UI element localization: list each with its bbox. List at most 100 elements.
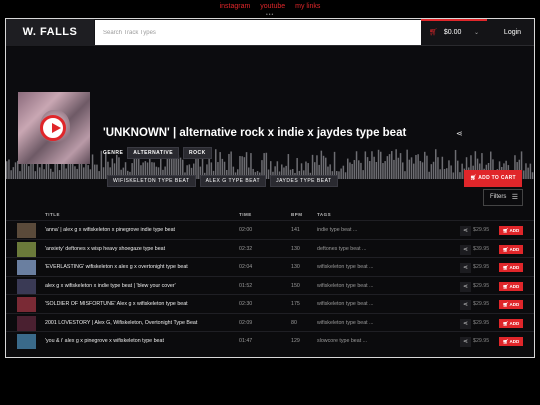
waveform-bar <box>58 170 61 179</box>
waveform-bar <box>43 169 45 179</box>
track-thumbnail[interactable] <box>17 315 36 331</box>
track-tags[interactable]: wifiskeleton type beat ... <box>317 283 374 289</box>
waveform-bar <box>375 161 378 179</box>
youtube-link[interactable]: youtube <box>260 3 285 10</box>
waveform-bar <box>454 149 457 179</box>
tag[interactable]: JAYDES TYPE BEAT <box>270 175 338 187</box>
track-list: 'anna' | alex g x wifiskeleton x pinegro… <box>6 220 534 350</box>
add-to-cart-button[interactable]: 🛒︎ ADD TO CART <box>464 170 522 187</box>
add-button[interactable]: 🛒︎ ADD <box>499 300 523 309</box>
add-button[interactable]: 🛒︎ ADD <box>499 281 523 291</box>
waveform-bar <box>435 149 437 179</box>
waveform-bar <box>342 165 345 179</box>
filters-button[interactable]: Filters ☰ <box>483 189 523 206</box>
share-icon[interactable]: ⋖ <box>460 226 471 236</box>
my-links-link[interactable]: my links <box>295 3 320 10</box>
share-icon[interactable]: ⋖ <box>456 129 463 138</box>
cart-button[interactable]: 🛒︎ $0.00 ⌄ <box>421 19 487 46</box>
waveform-bar <box>12 167 15 179</box>
genre-tag[interactable]: ROCK <box>183 147 212 159</box>
track-tags[interactable]: wifiskeleton type beat ... <box>317 301 374 307</box>
waveform-bar <box>408 159 411 179</box>
track-title[interactable]: 'SOLDIER OF MISFORTUNE' Alex g x wifiske… <box>45 301 188 307</box>
track-title[interactable]: 'EVERLASTING' wifiskeleton x alex g x ov… <box>45 264 188 270</box>
table-row[interactable]: 'anna' | alex g x wifiskeleton x pinegro… <box>6 220 534 239</box>
waveform-bar <box>531 172 534 179</box>
table-row[interactable]: 'you & i' alex g x pinegrove x wifiskele… <box>6 331 534 350</box>
share-icon[interactable]: ⋖ <box>460 300 471 310</box>
waveform-bar <box>74 166 76 179</box>
track-title[interactable]: 'anna' | alex g x wifiskeleton x pinegro… <box>45 227 175 233</box>
genre-row: GENRE ALTERNATIVE ROCK <box>103 147 212 159</box>
waveform-bar <box>25 163 28 179</box>
track-price: $39.95 <box>473 245 490 252</box>
waveform-bar <box>364 151 367 179</box>
instagram-link[interactable]: instagram <box>220 3 251 10</box>
add-button[interactable]: 🛒︎ ADD <box>499 318 523 328</box>
track-title[interactable]: 2001 LOVESTORY | Alex G, Wifiskeleton, O… <box>45 320 197 326</box>
genre-tag[interactable]: ALTERNATIVE <box>127 147 180 159</box>
waveform-bar <box>89 169 92 179</box>
waveform-bar <box>65 168 67 179</box>
track-title[interactable]: 'you & i' alex g x pinegrove x wifiskele… <box>45 338 164 344</box>
waveform-bar <box>94 164 96 179</box>
track-tags[interactable]: deftones type beat ... <box>317 246 366 252</box>
login-button[interactable]: Login <box>491 19 534 46</box>
waveform-bar <box>100 150 103 179</box>
track-title[interactable]: 'UNKNOWN' | alternative rock x indie x j… <box>103 127 406 139</box>
share-icon[interactable]: ⋖ <box>460 263 471 273</box>
add-button[interactable]: 🛒︎ ADD <box>499 263 523 272</box>
track-thumbnail[interactable] <box>17 278 36 294</box>
waveform-bar <box>353 160 356 179</box>
add-button[interactable]: 🛒︎ ADD <box>499 226 523 235</box>
waveform-bar <box>349 162 351 179</box>
waveform-bar <box>52 171 54 179</box>
track-tags[interactable]: wifiskeleton type beat ... <box>317 264 374 270</box>
track-thumbnail[interactable] <box>17 223 36 238</box>
play-icon[interactable] <box>40 115 66 141</box>
tag[interactable]: WIFISKELETON TYPE BEAT <box>107 175 196 187</box>
track-thumbnail[interactable] <box>17 241 36 257</box>
waveform-bar <box>386 156 389 179</box>
table-row[interactable]: alex g x wifiskeleton x indie type beat … <box>6 275 534 295</box>
tag[interactable]: ALEX G TYPE BEAT <box>199 175 267 187</box>
share-icon[interactable]: ⋖ <box>460 244 471 255</box>
waveform-bar <box>415 154 417 179</box>
col-bpm: BPM <box>291 212 303 217</box>
track-thumbnail[interactable] <box>17 260 36 275</box>
waveform-bar <box>34 171 37 179</box>
waveform-bar <box>404 171 406 179</box>
track-title[interactable]: 'anxiety' deftones x wisp heavy shoegaze… <box>45 246 165 252</box>
track-thumbnail[interactable] <box>17 297 36 312</box>
track-tags[interactable]: wifiskeleton type beat ... <box>317 320 374 326</box>
share-icon[interactable]: ⋖ <box>460 318 471 329</box>
waveform-bar <box>50 168 52 179</box>
add-button[interactable]: 🛒︎ ADD <box>499 337 523 346</box>
search-input[interactable] <box>95 20 421 45</box>
table-row[interactable]: 'anxiety' deftones x wisp heavy shoegaze… <box>6 238 534 258</box>
table-row[interactable]: 2001 LOVESTORY | Alex G, Wifiskeleton, O… <box>6 312 534 332</box>
table-row[interactable]: 'EVERLASTING' wifiskeleton x alex g x ov… <box>6 257 534 276</box>
waveform-bar <box>338 171 340 179</box>
track-tags[interactable]: slowcore type beat ... <box>317 338 367 344</box>
waveform-bar <box>391 151 393 179</box>
share-icon[interactable]: ⋖ <box>460 281 471 292</box>
track-bpm: 150 <box>291 282 300 289</box>
waveform-bar <box>380 151 382 179</box>
track-title[interactable]: alex g x wifiskeleton x indie type beat … <box>45 283 176 289</box>
add-button[interactable]: 🛒︎ ADD <box>499 244 523 254</box>
waveform-bar <box>439 169 441 179</box>
waveform-bar <box>452 172 455 179</box>
track-thumbnail[interactable] <box>17 334 36 349</box>
waveform-bar <box>437 157 439 179</box>
table-row[interactable]: 'SOLDIER OF MISFORTUNE' Alex g x wifiske… <box>6 294 534 313</box>
logo[interactable]: W. FALLS <box>6 19 94 46</box>
waveform-bar <box>397 157 400 179</box>
cart-total: $0.00 <box>443 29 462 36</box>
share-icon[interactable]: ⋖ <box>460 337 471 347</box>
waveform-bar <box>395 149 397 179</box>
track-tags[interactable]: indie type beat ... <box>317 227 357 233</box>
store-frame: W. FALLS 🛒︎ $0.00 ⌄ Login 'UNKNOWN' | al… <box>5 18 535 358</box>
waveform-bar <box>344 172 347 179</box>
table-header: TITLE TIME BPM TAGS <box>6 210 534 220</box>
